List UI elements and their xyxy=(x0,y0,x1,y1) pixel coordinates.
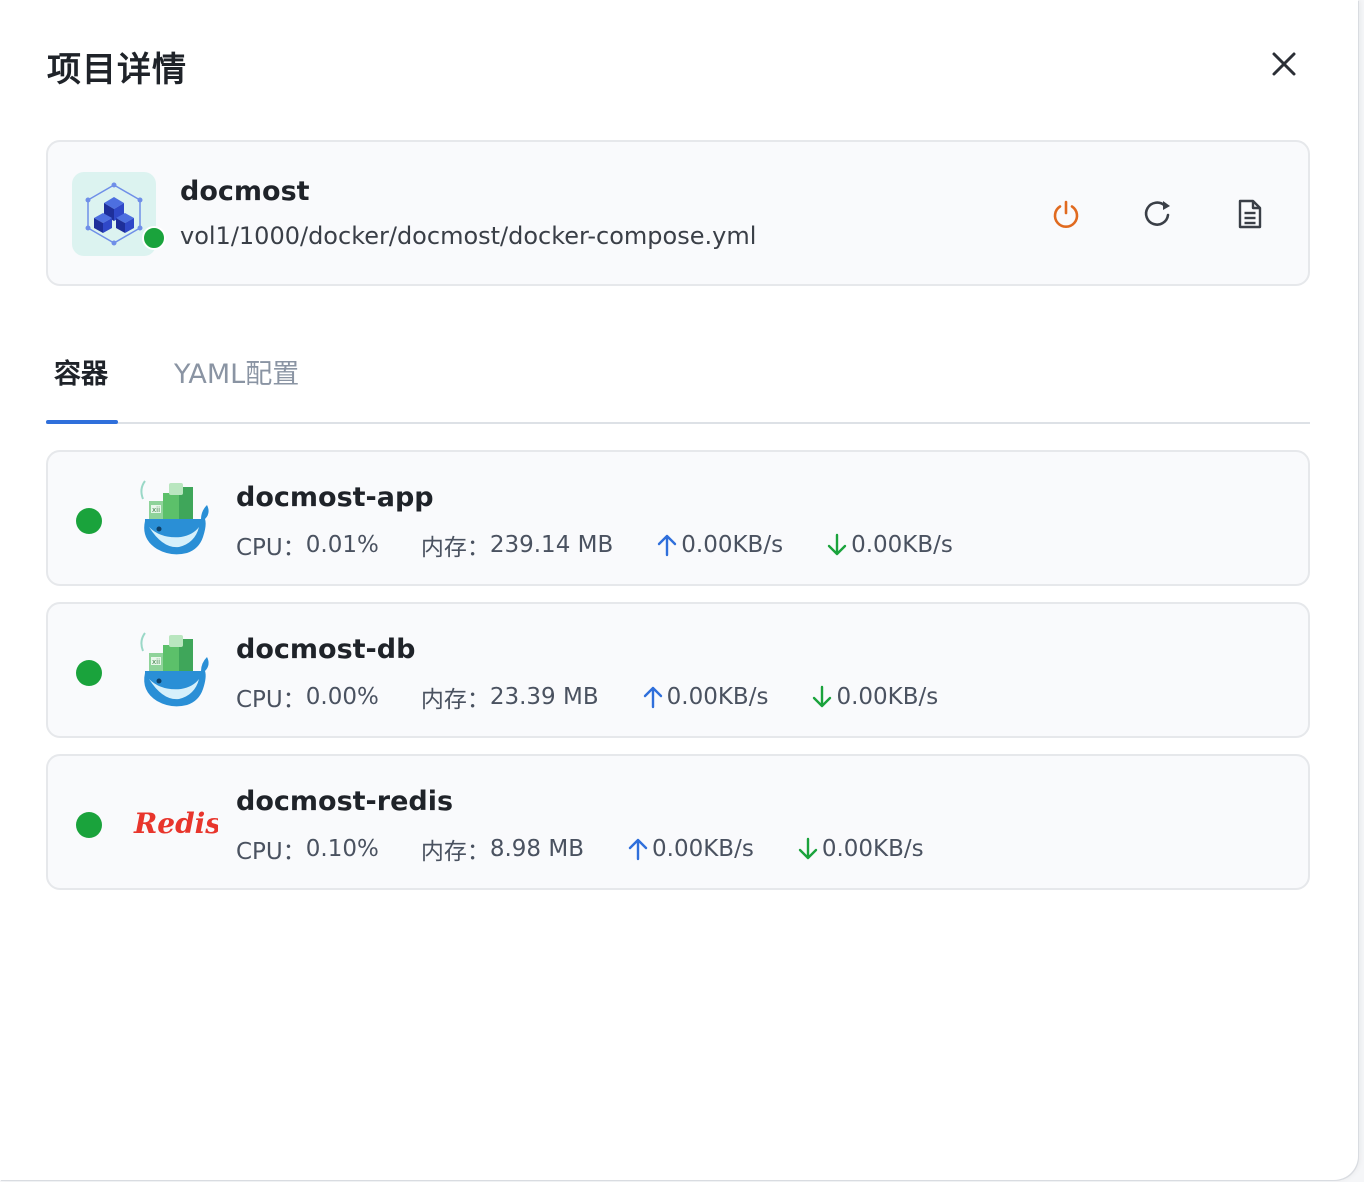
cpu-stat: CPU： 0.01% xyxy=(236,528,379,562)
close-icon xyxy=(1272,52,1296,76)
cpu-label: CPU： xyxy=(236,687,306,713)
container-name: docmost-db xyxy=(236,634,416,665)
tab-yaml-config[interactable]: YAML配置 xyxy=(174,352,299,391)
project-compose-path: vol1/1000/docker/docmost/docker-compose.… xyxy=(180,222,757,250)
project-cube-icon xyxy=(85,182,143,246)
container-status-dot xyxy=(76,660,102,686)
memory-label: 内存： xyxy=(420,535,490,561)
upload-arrow-icon xyxy=(658,534,677,557)
download-stat: 0.00KB/s xyxy=(798,836,924,862)
cpu-value: 0.10% xyxy=(305,836,379,862)
container-name: docmost-app xyxy=(236,482,434,513)
memory-stat: 内存： 8.98 MB xyxy=(421,832,584,866)
project-status-dot xyxy=(142,226,166,250)
download-rate: 0.00KB/s xyxy=(851,532,953,558)
upload-stat: 0.00KB/s xyxy=(657,532,783,558)
project-card: docmost vol1/1000/docker/docmost/docker-… xyxy=(46,140,1310,286)
upload-arrow-icon xyxy=(628,838,648,861)
upload-arrow-icon xyxy=(643,686,662,709)
upload-rate: 0.00KB/s xyxy=(652,836,754,862)
cpu-value: 0.01% xyxy=(305,532,379,558)
upload-rate: 0.00KB/s xyxy=(666,684,769,710)
restart-icon xyxy=(1144,201,1170,226)
memory-stat: 内存： 23.39 MB xyxy=(421,680,599,714)
container-card-app[interactable]: xii docmost-app CPU： 0.01% 内存： 239.14 MB… xyxy=(46,450,1310,586)
docker-container-icon: xii xyxy=(132,626,218,716)
container-stats: CPU： 0.01% 内存： 239.14 MB 0.00KB/s 0.00KB… xyxy=(236,528,953,562)
restart-button[interactable] xyxy=(1140,196,1176,232)
download-rate: 0.00KB/s xyxy=(836,684,939,710)
download-arrow-icon xyxy=(813,685,832,708)
download-rate: 0.00KB/s xyxy=(821,836,924,862)
cpu-stat: CPU： 0.10% xyxy=(236,832,379,866)
redis-logo-text: Redis xyxy=(133,807,218,840)
container-status-dot xyxy=(76,812,102,838)
document-icon xyxy=(1238,199,1262,229)
container-name: docmost-redis xyxy=(236,786,454,817)
download-stat: 0.00KB/s xyxy=(812,684,938,710)
project-details-dialog: 项目详情 docmost vol1/1000/docker/docmost/do… xyxy=(0,0,1358,1180)
svg-text:xii: xii xyxy=(152,658,160,666)
power-icon xyxy=(1053,200,1079,228)
cpu-label: CPU： xyxy=(236,839,306,865)
docker-container-icon: xii xyxy=(132,474,218,564)
cpu-value: 0.00% xyxy=(305,684,379,710)
container-stats: CPU： 0.10% 内存： 8.98 MB 0.00KB/s 0.00KB/s xyxy=(236,832,924,866)
memory-label: 内存： xyxy=(420,839,490,865)
project-name: docmost xyxy=(180,176,310,207)
container-status-dot xyxy=(76,508,102,534)
download-arrow-icon xyxy=(798,837,818,860)
memory-value: 8.98 MB xyxy=(489,836,584,862)
upload-stat: 0.00KB/s xyxy=(628,836,754,862)
container-card-redis[interactable]: Redis docmost-redis CPU： 0.10% 内存： 8.98 … xyxy=(46,754,1310,890)
memory-label: 内存： xyxy=(420,687,490,713)
dialog-title: 项目详情 xyxy=(47,50,187,90)
active-tab-indicator xyxy=(46,420,118,424)
memory-stat: 内存： 239.14 MB xyxy=(421,528,613,562)
svg-text:xii: xii xyxy=(152,506,160,514)
redis-logo-icon: Redis xyxy=(132,778,218,868)
cpu-label: CPU： xyxy=(236,535,306,561)
container-card-db[interactable]: xii docmost-db CPU： 0.00% 内存： 23.39 MB 0… xyxy=(46,602,1310,738)
upload-stat: 0.00KB/s xyxy=(643,684,769,710)
power-button[interactable] xyxy=(1048,196,1084,232)
upload-rate: 0.00KB/s xyxy=(681,532,784,558)
memory-value: 239.14 MB xyxy=(489,532,614,558)
memory-value: 23.39 MB xyxy=(489,684,599,710)
logs-button[interactable] xyxy=(1232,196,1268,232)
download-arrow-icon xyxy=(827,533,847,556)
cpu-stat: CPU： 0.00% xyxy=(236,680,379,714)
container-stats: CPU： 0.00% 内存： 23.39 MB 0.00KB/s 0.00KB/… xyxy=(236,680,938,714)
download-stat: 0.00KB/s xyxy=(827,532,953,558)
close-button[interactable] xyxy=(1266,46,1302,82)
tab-bar: 容器 YAML配置 xyxy=(46,330,1310,424)
tab-containers[interactable]: 容器 xyxy=(54,352,108,391)
